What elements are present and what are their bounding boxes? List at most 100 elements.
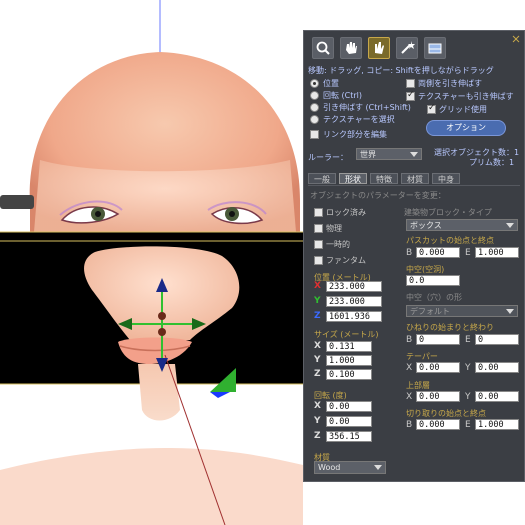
position-x-field[interactable]: 233.000 xyxy=(326,281,382,292)
top-shear-x-field[interactable]: 0.00 xyxy=(416,391,460,402)
building-block-value: ボックス xyxy=(410,221,442,230)
tab-content[interactable]: 中身 xyxy=(432,173,460,184)
tab-shape[interactable]: 形状 xyxy=(339,173,367,184)
phantom-checkbox[interactable] xyxy=(314,256,323,265)
select-texture-radio[interactable] xyxy=(310,115,319,124)
path-cut-end-field[interactable]: 1.000 xyxy=(475,247,519,258)
phantom-label: ファンタム xyxy=(326,256,366,265)
twist-end-field[interactable]: 0 xyxy=(475,334,519,345)
position-z-label: Z xyxy=(314,311,321,321)
tab-features[interactable]: 特徴 xyxy=(370,173,398,184)
twist-heading: ひねりの始まりと終わり xyxy=(406,323,494,332)
locked-checkbox[interactable] xyxy=(314,208,323,217)
grab-tool-button[interactable] xyxy=(340,37,362,59)
select-texture-label: テクスチャーを選択 xyxy=(323,115,395,124)
edit-mode-hint: 移動: ドラッグ, コピー: Shiftを押しながらドラッグ xyxy=(308,66,494,75)
chevron-down-icon xyxy=(506,309,514,314)
size-z-label: Z xyxy=(314,369,321,379)
rotate-radio[interactable] xyxy=(310,91,319,100)
size-x-field[interactable]: 0.131 xyxy=(326,341,372,352)
ruler-value: 世界 xyxy=(360,150,376,159)
size-z-field[interactable]: 0.100 xyxy=(326,369,372,380)
temporary-label: 一時的 xyxy=(326,240,350,249)
path-cut-e-label: E xyxy=(465,248,471,258)
rotation-y-label: Y xyxy=(314,416,321,426)
slice-begin-field[interactable]: 0.000 xyxy=(416,419,460,430)
temporary-checkbox[interactable] xyxy=(314,240,323,249)
close-icon[interactable] xyxy=(511,35,521,43)
top-shear-y-field[interactable]: 0.00 xyxy=(475,391,519,402)
edit-linked-label: リンク部分を編集 xyxy=(323,130,387,139)
edit-icon xyxy=(375,42,384,54)
use-grid-checkbox[interactable] xyxy=(427,103,436,114)
ruler-select[interactable]: 世界 xyxy=(356,148,422,160)
grab-icon xyxy=(346,42,357,54)
tab-general[interactable]: 一般 xyxy=(308,173,336,184)
building-block-label: 建築物ブロック・タイプ xyxy=(404,208,492,217)
stretch-textures-label: テクスチャーも引き伸ばす xyxy=(418,92,514,101)
land-tool-button[interactable] xyxy=(424,37,446,59)
physical-label: 物理 xyxy=(326,224,342,233)
stretch-label: 引き伸ばす (Ctrl+Shift) xyxy=(323,103,411,112)
position-radio[interactable] xyxy=(310,79,319,88)
build-tools-panel: 移動: ドラッグ, コピー: Shiftを押しながらドラッグ 位置 回転 (Ct… xyxy=(303,30,525,482)
physical-checkbox[interactable] xyxy=(314,224,323,233)
material-select[interactable]: Wood xyxy=(314,461,386,474)
stretch-both-sides-checkbox[interactable] xyxy=(406,79,415,88)
options-button[interactable]: オプション xyxy=(426,120,506,136)
rotation-z-field[interactable]: 356.15 xyxy=(326,431,372,442)
rotate-label: 回転 (Ctrl) xyxy=(323,91,363,100)
hollow-shape-select[interactable]: デフォルト xyxy=(406,305,518,317)
rotation-z-label: Z xyxy=(314,431,321,441)
material-value: Wood xyxy=(318,463,341,472)
zoom-tool-button[interactable] xyxy=(312,37,334,59)
prim-count-label: プリム数：1 xyxy=(469,158,515,167)
chevron-down-icon xyxy=(506,223,514,228)
zoom-icon xyxy=(316,41,330,55)
size-heading: サイズ (メートル) xyxy=(314,330,379,339)
rotation-x-field[interactable]: 0.00 xyxy=(326,401,372,412)
slice-e-label: E xyxy=(465,420,471,430)
path-cut-begin-field[interactable]: 0.000 xyxy=(416,247,460,258)
taper-y-field[interactable]: 0.00 xyxy=(475,362,519,373)
top-shear-x-label: X xyxy=(406,392,413,402)
edit-linked-checkbox[interactable] xyxy=(310,130,319,139)
path-cut-b-label: B xyxy=(406,248,413,258)
hollow-shape-value: デフォルト xyxy=(410,307,450,316)
hollow-shape-heading: 中空（穴）の形 xyxy=(406,293,462,302)
size-y-label: Y xyxy=(314,355,321,365)
stretch-radio[interactable] xyxy=(310,103,319,112)
rotation-heading: 回転 (度) xyxy=(314,391,347,400)
position-y-field[interactable]: 233.000 xyxy=(326,296,382,307)
taper-y-label: Y xyxy=(465,363,471,373)
position-y-label: Y xyxy=(314,296,321,306)
avatar-neck xyxy=(138,364,180,421)
position-label: 位置 xyxy=(323,79,339,88)
position-z-field[interactable]: 1601.936 xyxy=(326,311,382,322)
stretch-textures-checkbox[interactable] xyxy=(406,90,415,101)
size-x-label: X xyxy=(314,341,321,351)
create-tool-button[interactable] xyxy=(396,37,418,59)
rotation-y-field[interactable]: 0.00 xyxy=(326,416,372,427)
slice-heading: 切り取りの始点と終点 xyxy=(406,409,486,418)
hollow-field[interactable]: 0.0 xyxy=(406,275,460,286)
twist-begin-field[interactable]: 0 xyxy=(416,334,460,345)
create-wand-icon xyxy=(401,41,415,54)
position-x-label: X xyxy=(314,281,321,291)
building-block-select[interactable]: ボックス xyxy=(406,219,518,231)
taper-heading: テーパー xyxy=(406,352,438,361)
top-shear-y-label: Y xyxy=(465,392,471,402)
tab-divider xyxy=(308,185,520,186)
hollow-heading: 中空(空洞) xyxy=(406,265,445,274)
rotation-x-label: X xyxy=(314,401,321,411)
chevron-down-icon xyxy=(410,152,418,157)
edit-tool-button[interactable] xyxy=(368,37,390,59)
ruler-label: ルーラー： xyxy=(308,153,348,162)
twist-b-label: B xyxy=(406,335,413,345)
twist-e-label: E xyxy=(465,335,471,345)
size-y-field[interactable]: 1.000 xyxy=(326,355,372,366)
tab-texture[interactable]: 材質 xyxy=(401,173,429,184)
taper-x-field[interactable]: 0.00 xyxy=(416,362,460,373)
slice-end-field[interactable]: 1.000 xyxy=(475,419,519,430)
stretch-both-sides-label: 両側を引き伸ばす xyxy=(418,79,482,88)
